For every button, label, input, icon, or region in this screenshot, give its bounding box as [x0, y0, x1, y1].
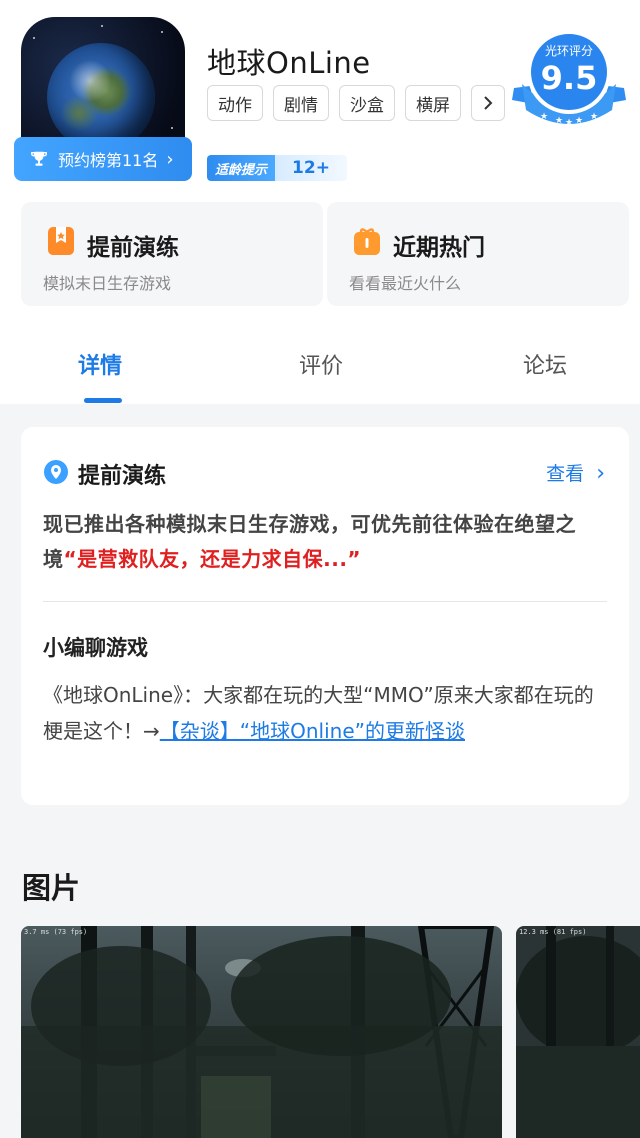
age-rating-value: 12+ [275, 155, 347, 181]
description-quote: “是营救队友，还是力求自保...” [63, 547, 362, 571]
rank-badge-label: 预约榜第11名 [58, 151, 159, 170]
rating-value: 9.5 [540, 59, 598, 97]
gift-icon [354, 228, 380, 255]
editor-article: 《地球OnLine》：大家都在玩的大型“MMO”原来大家都在玩的梗是这个！→【杂… [43, 677, 608, 749]
rating-badge[interactable]: ★ ★ ★ ★ ★ 光环评分 9.5 [508, 26, 630, 130]
bookmark-star-icon [48, 227, 74, 255]
chevron-right-icon: › [166, 148, 174, 170]
chevron-right-icon [484, 96, 493, 110]
svg-text:★: ★ [555, 116, 563, 126]
feature-card-trending[interactable]: 近期热门 看看最近火什么 [327, 202, 629, 306]
rating-label: 光环评分 [544, 44, 593, 58]
card-title: 提前演练 [78, 464, 167, 489]
fps-overlay: 12.3 ms (81 fps) [519, 928, 587, 936]
trophy-icon [31, 151, 47, 166]
location-pin-icon [44, 460, 68, 484]
editor-section-title: 小编聊游戏 [43, 636, 148, 660]
tag-sandbox[interactable]: 沙盒 [339, 85, 395, 121]
tag-landscape[interactable]: 横屏 [405, 85, 461, 121]
feature-subtitle: 看看最近火什么 [349, 274, 462, 293]
tab-reviews[interactable]: 评价 [299, 348, 343, 380]
active-tab-indicator [84, 398, 122, 403]
app-title: 地球OnLine [207, 46, 371, 80]
tag-story[interactable]: 剧情 [273, 85, 329, 121]
drill-info-card: 提前演练 查看 › 现已推出各种模拟末日生存游戏，可优先前往体验在绝望之境“是营… [21, 427, 629, 805]
tag-action[interactable]: 动作 [207, 85, 263, 121]
view-more-link[interactable]: 查看 › [546, 459, 605, 486]
svg-text:★: ★ [565, 118, 573, 128]
article-link[interactable]: 【杂谈】“地球Online”的更新怪谈 [160, 719, 465, 743]
age-hint-label: 适龄提示 [207, 155, 275, 181]
card-description: 现已推出各种模拟末日生存游戏，可优先前往体验在绝望之境“是营救队友，还是力求自保… [43, 507, 608, 577]
chevron-right-icon: › [596, 461, 605, 486]
feature-card-drill[interactable]: 提前演练 模拟末日生存游戏 [21, 202, 323, 306]
pictures-section-title: 图片 [22, 871, 81, 905]
tag-list: 动作 剧情 沙盒 横屏 [207, 85, 505, 121]
earth-globe-image [47, 43, 155, 151]
screenshot-2[interactable]: 12.3 ms (81 fps) [516, 926, 640, 1138]
forest-scene-image [21, 926, 502, 1138]
svg-text:★: ★ [590, 112, 598, 122]
more-tags-button[interactable] [471, 85, 505, 121]
age-rating-badge[interactable]: 适龄提示 12+ [207, 155, 347, 181]
svg-text:★: ★ [540, 112, 548, 122]
fps-overlay: 3.7 ms (73 fps) [24, 928, 88, 936]
tab-forum[interactable]: 论坛 [523, 348, 567, 380]
feature-title: 提前演练 [87, 235, 179, 261]
divider [43, 601, 607, 602]
feature-subtitle: 模拟末日生存游戏 [43, 274, 172, 293]
tab-details[interactable]: 详情 [78, 348, 122, 380]
screenshot-1[interactable]: 3.7 ms (73 fps) [21, 926, 502, 1138]
feature-title: 近期热门 [393, 235, 485, 261]
view-more-label: 查看 [546, 463, 585, 485]
forest-scene-image [516, 926, 640, 1138]
svg-text:★: ★ [575, 116, 583, 126]
rank-badge[interactable]: 预约榜第11名 › [14, 137, 192, 181]
